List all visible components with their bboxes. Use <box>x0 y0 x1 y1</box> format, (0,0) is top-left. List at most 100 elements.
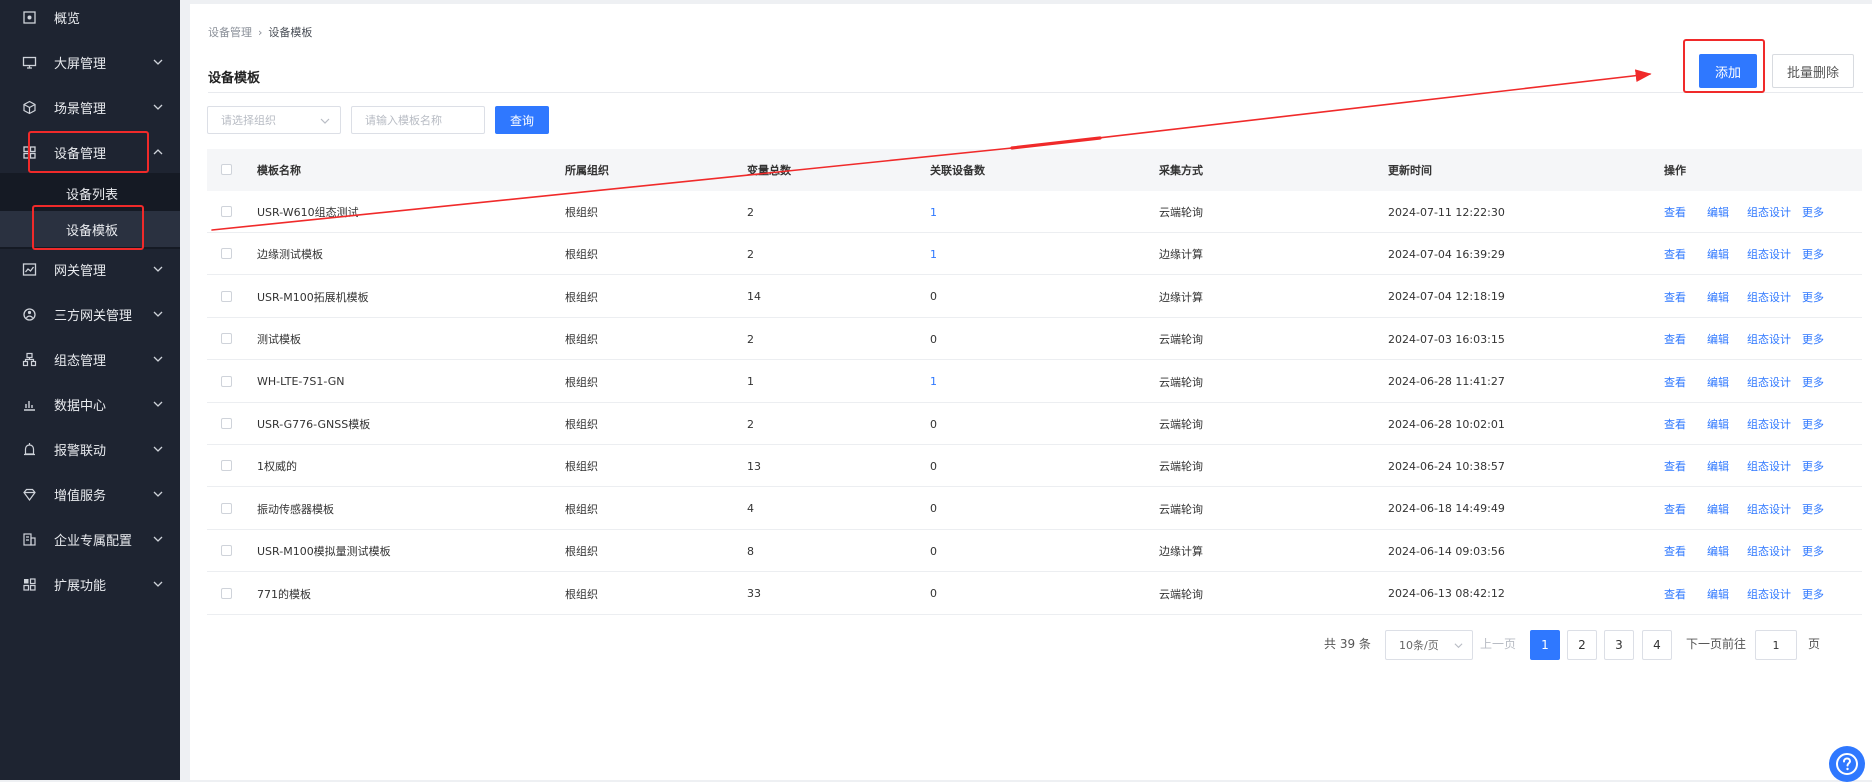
row-action-design[interactable]: 组态设计 <box>1747 318 1791 360</box>
row-action-view[interactable]: 查看 <box>1664 361 1686 403</box>
row-action-more[interactable]: 更多 <box>1802 488 1824 530</box>
cell-method: 云端轮询 <box>1159 333 1203 347</box>
sidebar-item[interactable]: 报警联动 <box>0 433 180 465</box>
row-action-more[interactable]: 更多 <box>1802 191 1824 233</box>
organization-select[interactable]: 请选择组织 <box>207 106 341 134</box>
cell-method: 云端轮询 <box>1159 375 1203 389</box>
row-action-design[interactable]: 组态设计 <box>1747 276 1791 318</box>
query-button[interactable]: 查询 <box>495 106 549 134</box>
batch-delete-button[interactable]: 批量删除 <box>1772 54 1854 88</box>
row-checkbox[interactable] <box>221 375 232 387</box>
row-action-design[interactable]: 组态设计 <box>1747 191 1791 233</box>
chevron-down-icon <box>153 104 163 110</box>
row-checkbox[interactable] <box>221 248 232 260</box>
row-action-edit[interactable]: 编辑 <box>1707 530 1729 572</box>
row-checkbox[interactable] <box>221 502 232 514</box>
row-checkbox[interactable] <box>221 418 232 429</box>
row-action-view[interactable]: 查看 <box>1664 318 1686 360</box>
sidebar-item-label: 报警联动 <box>54 443 107 459</box>
select-all-checkbox[interactable] <box>221 164 232 175</box>
help-button[interactable] <box>1829 746 1865 782</box>
row-checkbox[interactable] <box>221 587 232 599</box>
cell-devices[interactable]: 1 <box>930 233 937 275</box>
cell-method: 云端轮询 <box>1159 460 1203 474</box>
cell-updated: 2024-07-04 12:18:19 <box>1388 290 1505 304</box>
sidebar-item[interactable]: 数据中心 <box>0 388 180 420</box>
goto-page-input[interactable]: 1 <box>1755 630 1797 660</box>
row-action-view[interactable]: 查看 <box>1664 573 1686 615</box>
template-name-input[interactable]: 请输入模板名称 <box>351 106 485 134</box>
page-2-button[interactable]: 2 <box>1567 630 1597 660</box>
row-action-more[interactable]: 更多 <box>1802 233 1824 275</box>
page-1-button[interactable]: 1 <box>1530 630 1560 660</box>
sidebar-item[interactable]: 组态管理 <box>0 343 180 375</box>
row-action-more[interactable]: 更多 <box>1802 276 1824 318</box>
row-action-design[interactable]: 组态设计 <box>1747 573 1791 615</box>
row-action-edit[interactable]: 编辑 <box>1707 403 1729 445</box>
row-action-edit[interactable]: 编辑 <box>1707 445 1729 487</box>
row-action-more[interactable]: 更多 <box>1802 445 1824 487</box>
page-size-select[interactable]: 10条/页 <box>1385 630 1473 660</box>
row-action-edit[interactable]: 编辑 <box>1707 361 1729 403</box>
next-page-button[interactable]: 下一页 <box>1686 635 1722 652</box>
row-action-edit[interactable]: 编辑 <box>1707 318 1729 360</box>
row-action-edit[interactable]: 编辑 <box>1707 276 1729 318</box>
row-action-design[interactable]: 组态设计 <box>1747 233 1791 275</box>
chevron-down-icon <box>153 266 163 272</box>
row-action-design[interactable]: 组态设计 <box>1747 445 1791 487</box>
cell-vars: 2 <box>747 247 754 261</box>
diamond-icon <box>20 485 38 503</box>
row-action-more[interactable]: 更多 <box>1802 318 1824 360</box>
row-action-view[interactable]: 查看 <box>1664 530 1686 572</box>
row-checkbox[interactable] <box>221 460 232 472</box>
page-4-button[interactable]: 4 <box>1642 630 1672 660</box>
breadcrumb-parent[interactable]: 设备管理 <box>208 24 252 40</box>
row-action-design[interactable]: 组态设计 <box>1747 488 1791 530</box>
sidebar-item[interactable]: 三方网关管理 <box>0 298 180 330</box>
row-action-view[interactable]: 查看 <box>1664 403 1686 445</box>
sidebar-item[interactable]: 企业专属配置 <box>0 523 180 555</box>
overview-icon <box>20 8 38 26</box>
cell-devices[interactable]: 1 <box>930 191 937 233</box>
row-checkbox[interactable] <box>221 333 232 345</box>
row-action-design[interactable]: 组态设计 <box>1747 403 1791 445</box>
row-action-view[interactable]: 查看 <box>1664 445 1686 487</box>
sidebar-item-label: 概览 <box>54 11 81 27</box>
row-action-view[interactable]: 查看 <box>1664 276 1686 318</box>
cell-vars: 8 <box>747 544 754 558</box>
row-action-more[interactable]: 更多 <box>1802 573 1824 615</box>
cell-name: USR-M100模拟量测试模板 <box>257 545 391 559</box>
chevron-down-icon <box>153 401 163 407</box>
sidebar-item[interactable]: 场景管理 <box>0 91 180 123</box>
row-checkbox[interactable] <box>221 545 232 557</box>
row-checkbox[interactable] <box>221 290 232 302</box>
row-action-view[interactable]: 查看 <box>1664 233 1686 275</box>
column-header: 变量总数 <box>747 164 791 177</box>
sidebar-item[interactable]: 概览 <box>0 1 180 33</box>
row-action-view[interactable]: 查看 <box>1664 191 1686 233</box>
cell-devices[interactable]: 1 <box>930 361 937 403</box>
row-action-more[interactable]: 更多 <box>1802 530 1824 572</box>
sidebar-item[interactable]: 大屏管理 <box>0 46 180 78</box>
page-3-button[interactable]: 3 <box>1604 630 1634 660</box>
row-action-edit[interactable]: 编辑 <box>1707 233 1729 275</box>
row-action-design[interactable]: 组态设计 <box>1747 361 1791 403</box>
row-action-more[interactable]: 更多 <box>1802 403 1824 445</box>
cell-name: 边缘测试模板 <box>257 248 323 262</box>
prev-page-button[interactable]: 上一页 <box>1480 635 1516 652</box>
row-action-edit[interactable]: 编辑 <box>1707 488 1729 530</box>
row-checkbox[interactable] <box>221 206 232 217</box>
alarm-icon <box>20 440 38 458</box>
grid-icon <box>20 575 38 593</box>
row-action-edit[interactable]: 编辑 <box>1707 191 1729 233</box>
row-action-edit[interactable]: 编辑 <box>1707 573 1729 615</box>
row-action-more[interactable]: 更多 <box>1802 361 1824 403</box>
sidebar-item[interactable]: 扩展功能 <box>0 568 180 600</box>
row-action-view[interactable]: 查看 <box>1664 488 1686 530</box>
row-action-design[interactable]: 组态设计 <box>1747 530 1791 572</box>
cell-vars: 1 <box>747 375 754 389</box>
sidebar-item[interactable]: 增值服务 <box>0 478 180 510</box>
sidebar-item[interactable]: 网关管理 <box>0 253 180 285</box>
column-header: 操作 <box>1664 164 1686 177</box>
sidebar-item-label: 网关管理 <box>54 263 107 279</box>
